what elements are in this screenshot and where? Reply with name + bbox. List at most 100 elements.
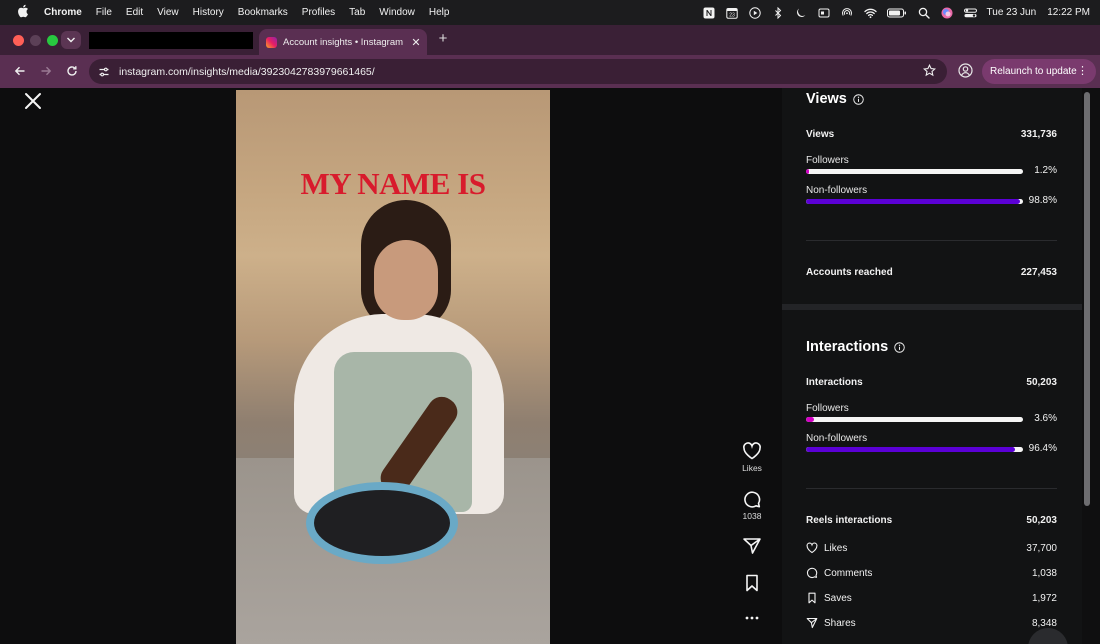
views-total-value: 331,736 — [1020, 129, 1057, 140]
comments-count: 1038 — [742, 511, 762, 521]
metric-likes-label: Likes — [824, 542, 848, 554]
calendar-icon[interactable]: 23 — [725, 7, 738, 19]
browser-tab-strip: Account insights • Instagram ✕ + — [0, 25, 1100, 55]
reel-actions: Likes 1038 — [729, 88, 775, 644]
heart-icon — [743, 442, 761, 460]
relaunch-to-update-button[interactable]: Relaunch to update ⋮ — [982, 59, 1096, 84]
profile-avatar-icon[interactable] — [958, 63, 974, 79]
comments-action[interactable]: 1038 — [729, 490, 775, 521]
interactions-followers-bar-fill — [806, 417, 814, 422]
views-nonfollowers-label: Non-followers — [806, 185, 868, 196]
share-action[interactable] — [729, 537, 775, 555]
menu-bookmarks[interactable]: Bookmarks — [238, 7, 288, 18]
views-followers-pct: 1.2% — [1034, 165, 1057, 176]
menu-profiles[interactable]: Profiles — [302, 7, 335, 18]
metric-saves-label: Saves — [824, 592, 852, 604]
metric-shares-value: 8,348 — [1031, 617, 1057, 629]
tab-account-insights[interactable]: Account insights • Instagram ✕ — [259, 29, 427, 55]
browser-toolbar: instagram.com/insights/media/39230427839… — [0, 55, 1100, 88]
menu-help[interactable]: Help — [429, 7, 450, 18]
interactions-total-row: Interactions 50,203 — [806, 377, 1057, 388]
site-settings-icon[interactable] — [97, 65, 111, 79]
menu-app-name[interactable]: Chrome — [44, 7, 82, 18]
reel-video[interactable]: MY NAME IS — [236, 90, 550, 644]
interactions-nonfollowers-pct: 96.4% — [1028, 443, 1057, 454]
likes-action[interactable]: Likes — [729, 442, 775, 473]
back-button[interactable] — [12, 63, 28, 79]
reels-interactions-value: 50,203 — [1026, 515, 1057, 526]
interactions-nonfollowers-bar-fill — [806, 447, 1016, 452]
menu-history[interactable]: History — [193, 7, 224, 18]
close-insights-button[interactable] — [22, 90, 44, 112]
interactions-nonfollowers-bar-row: Non-followers 96.4% — [806, 433, 1057, 454]
airdrop-icon[interactable] — [841, 7, 853, 19]
metric-comments-value: 1,038 — [1031, 567, 1057, 579]
forward-button[interactable] — [38, 63, 54, 79]
url-text[interactable]: instagram.com/insights/media/39230427839… — [119, 66, 375, 78]
bookmark-icon — [808, 592, 816, 604]
metric-shares-label: Shares — [824, 617, 856, 629]
views-nonfollowers-bar-row: Non-followers 98.8% — [806, 185, 1057, 206]
interactions-followers-bar-track — [806, 417, 1023, 422]
views-title: Views — [806, 91, 847, 107]
more-horizontal-icon — [745, 616, 759, 620]
bookmark-icon — [746, 574, 758, 592]
window-close-button[interactable] — [13, 35, 24, 46]
interactions-title: Interactions — [806, 339, 889, 355]
views-total-label: Views — [806, 129, 835, 140]
address-bar[interactable]: instagram.com/insights/media/39230427839… — [89, 59, 947, 84]
info-icon[interactable] — [853, 93, 864, 105]
redacted-tab[interactable] — [89, 32, 253, 49]
menu-tab[interactable]: Tab — [349, 7, 365, 18]
menu-bar-time[interactable]: 12:22 PM — [1047, 7, 1090, 18]
play-circle-icon[interactable] — [748, 6, 761, 19]
display-icon[interactable] — [818, 7, 830, 19]
scrollbar-thumb[interactable] — [1084, 92, 1090, 506]
menu-view[interactable]: View — [157, 7, 179, 18]
comment-icon — [807, 567, 818, 578]
tab-close-icon[interactable]: ✕ — [409, 36, 423, 49]
divider — [806, 488, 1057, 489]
metric-comments-label: Comments — [824, 567, 873, 579]
menu-bar-status-area: 23 Tue 23 Jun 12:22 PM — [703, 0, 1090, 25]
battery-icon[interactable] — [886, 7, 907, 19]
bluetooth-icon[interactable] — [772, 6, 784, 19]
forward-arrow-icon — [41, 66, 52, 76]
section-separator — [782, 304, 1082, 310]
wifi-icon[interactable] — [863, 7, 877, 19]
metric-saves-row: Saves 1,972 — [806, 592, 1057, 604]
apple-menu-icon[interactable] — [16, 4, 30, 21]
tab-search-button[interactable] — [61, 31, 81, 49]
interactions-followers-bar-row: Followers 3.6% — [806, 403, 1057, 424]
heart-icon — [806, 542, 818, 554]
reload-button[interactable] — [64, 63, 80, 79]
menu-window[interactable]: Window — [379, 7, 415, 18]
control-center-icon[interactable] — [963, 7, 977, 19]
views-followers-label: Followers — [806, 155, 849, 166]
views-followers-bar-track — [806, 169, 1023, 174]
window-minimize-button[interactable] — [30, 35, 41, 46]
bookmark-star-icon[interactable] — [922, 63, 937, 78]
more-options-action[interactable] — [729, 614, 775, 622]
accounts-reached-value: 227,453 — [1020, 267, 1057, 278]
menu-file[interactable]: File — [96, 7, 112, 18]
more-vertical-icon[interactable]: ⋮ — [1077, 64, 1088, 77]
notion-icon[interactable] — [703, 7, 715, 19]
views-nonfollowers-pct: 98.8% — [1028, 195, 1057, 206]
page-scrollbar[interactable] — [1082, 88, 1100, 644]
save-action[interactable] — [729, 574, 775, 592]
relaunch-label: Relaunch to update — [990, 66, 1077, 77]
interactions-total-value: 50,203 — [1026, 377, 1057, 388]
interactions-followers-pct: 3.6% — [1034, 413, 1057, 424]
interactions-nonfollowers-bar-track — [806, 447, 1023, 452]
moon-icon[interactable] — [795, 7, 807, 19]
info-icon[interactable] — [894, 341, 905, 353]
menu-bar-date[interactable]: Tue 23 Jun — [987, 7, 1037, 18]
menu-edit[interactable]: Edit — [126, 7, 143, 18]
metric-likes-value: 37,700 — [1026, 542, 1057, 554]
search-icon[interactable] — [918, 7, 930, 19]
new-tab-button[interactable]: + — [435, 30, 451, 47]
metric-saves-value: 1,972 — [1031, 592, 1057, 604]
siri-icon[interactable] — [941, 7, 953, 19]
window-zoom-button[interactable] — [47, 35, 58, 46]
